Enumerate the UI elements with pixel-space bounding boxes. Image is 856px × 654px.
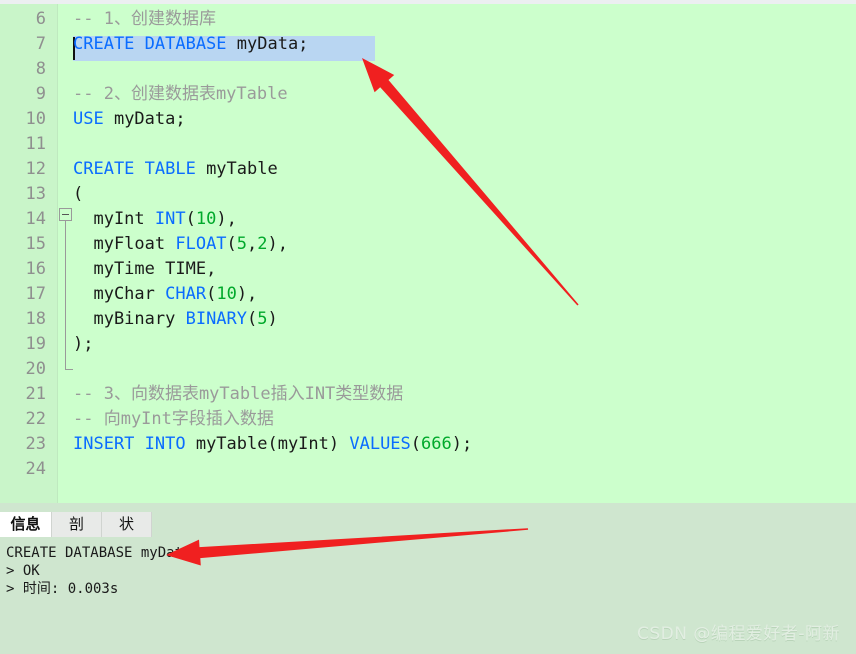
code-token-kw: CREATE DATABASE — [73, 34, 227, 54]
code-token-id: myTable — [195, 159, 278, 179]
code-line[interactable]: -- 2、创建数据表myTable — [73, 82, 288, 107]
code-line[interactable]: myChar CHAR(10), — [73, 282, 257, 307]
code-line[interactable]: myFloat FLOAT(5,2), — [73, 232, 288, 257]
line-number: 22 — [25, 409, 46, 429]
line-number: 7 — [35, 34, 46, 54]
code-token-id: ( — [226, 234, 237, 254]
line-number: 16 — [25, 259, 46, 279]
code-token-num: 10 — [216, 284, 237, 304]
code-token-id: ) — [267, 309, 278, 329]
code-token-id: myData; — [103, 109, 186, 129]
code-token-id: ); — [73, 334, 94, 354]
code-token-id: ( — [247, 309, 258, 329]
code-line[interactable]: CREATE TABLE myTable — [73, 157, 278, 182]
output-line: CREATE DATABASE myData — [6, 545, 192, 561]
fold-guide-line — [65, 221, 66, 370]
output-line: > 时间: 0.003s — [6, 581, 119, 597]
code-token-id: myFloat — [73, 234, 176, 254]
code-token-id: ( — [185, 209, 196, 229]
code-token-kw: CHAR — [165, 284, 207, 304]
code-line[interactable]: myTime TIME, — [73, 257, 216, 282]
code-token-id: myData; — [226, 34, 309, 54]
code-line[interactable]: ( — [73, 182, 83, 207]
line-number: 18 — [25, 309, 46, 329]
code-token-id: myTime — [73, 259, 166, 279]
code-token-cmt: -- 3、向数据表myTable插入INT类型数据 — [73, 384, 404, 404]
tab-info[interactable]: 信息 — [0, 512, 52, 537]
line-number: 6 — [35, 9, 46, 29]
code-token-kw: INT — [154, 209, 186, 229]
code-token-id: myChar — [73, 284, 166, 304]
code-token-id: ( — [73, 184, 84, 204]
code-token-kw: VALUES — [349, 434, 411, 454]
code-token-kw: BINARY — [185, 309, 248, 329]
code-token-id: TIME — [165, 259, 207, 279]
code-token-id: ), — [216, 209, 237, 229]
line-number: 24 — [25, 459, 46, 479]
code-token-num: 10 — [195, 209, 217, 229]
code-token-cmt: -- 向myInt字段插入数据 — [73, 409, 274, 429]
code-line[interactable]: INSERT INTO myTable(myInt) VALUES(666); — [73, 432, 472, 457]
result-panel: 信息 剖析 状态 CREATE DATABASE myData > OK > 时… — [0, 503, 856, 654]
code-token-id: myBinary — [73, 309, 186, 329]
code-line[interactable]: -- 向myInt字段插入数据 — [73, 407, 274, 432]
code-token-id: ( — [206, 284, 217, 304]
line-number: 15 — [25, 234, 46, 254]
output-line: > OK — [6, 563, 40, 579]
line-number: 17 — [25, 284, 46, 304]
code-token-id: , — [206, 259, 217, 279]
line-number: 21 — [25, 384, 46, 404]
code-token-kw: INSERT INTO — [73, 434, 186, 454]
line-number: 20 — [25, 359, 46, 379]
code-line[interactable]: ); — [73, 332, 93, 357]
code-line[interactable]: myInt INT(10), — [73, 207, 237, 232]
code-token-num: 5 — [236, 234, 248, 254]
line-number: 11 — [25, 134, 46, 154]
code-token-cmt: -- 1、创建数据库 — [73, 9, 216, 29]
result-tabbar: 信息 剖析 状态 — [0, 512, 856, 558]
code-token-num: 5 — [257, 309, 268, 329]
line-number: 19 — [25, 334, 46, 354]
sql-client-window: 6 7 8 9 10 11 12 13 14 15 16 17 18 19 20 21 22 23 24 -- 1、… — [0, 0, 856, 654]
code-token-cmt: -- 2、创建数据表myTable — [73, 84, 288, 104]
code-line[interactable]: CREATE DATABASE myData; — [73, 32, 308, 57]
code-token-id: ( — [410, 434, 422, 454]
tab-profile[interactable]: 剖析 — [52, 512, 102, 558]
tab-status[interactable]: 状态 — [102, 512, 152, 558]
code-token-id: ), — [267, 234, 289, 254]
line-number: 9 — [35, 84, 46, 104]
code-token-kw: CREATE TABLE — [73, 159, 196, 179]
line-number: 14 — [25, 209, 46, 229]
line-number: 8 — [35, 59, 46, 79]
code-token-id: ), — [236, 284, 258, 304]
code-token-kw: FLOAT — [175, 234, 227, 254]
line-number: 13 — [25, 184, 46, 204]
fold-guide-foot — [65, 369, 73, 370]
code-token-id: , — [247, 234, 258, 254]
message-output[interactable]: CREATE DATABASE myData > OK > 时间: 0.003s — [0, 537, 856, 654]
code-token-id: myTable(myInt) — [185, 434, 350, 454]
sql-editor[interactable]: 6 7 8 9 10 11 12 13 14 15 16 17 18 19 20 21 22 23 24 -- 1、… — [0, 4, 856, 503]
line-number: 10 — [25, 109, 46, 129]
code-token-kw: USE — [73, 109, 104, 129]
fold-toggle-icon[interactable] — [59, 208, 72, 221]
code-token-id: myInt — [73, 209, 155, 229]
code-line[interactable]: -- 1、创建数据库 — [73, 7, 216, 32]
code-token-num: 2 — [257, 234, 268, 254]
line-number: 12 — [25, 159, 46, 179]
line-number: 23 — [25, 434, 46, 454]
code-line[interactable]: myBinary BINARY(5) — [73, 307, 278, 332]
code-token-num: 666 — [421, 434, 452, 454]
code-line[interactable]: -- 3、向数据表myTable插入INT类型数据 — [73, 382, 403, 407]
code-line[interactable]: USE myData; — [73, 107, 186, 132]
code-token-id: ); — [451, 434, 473, 454]
